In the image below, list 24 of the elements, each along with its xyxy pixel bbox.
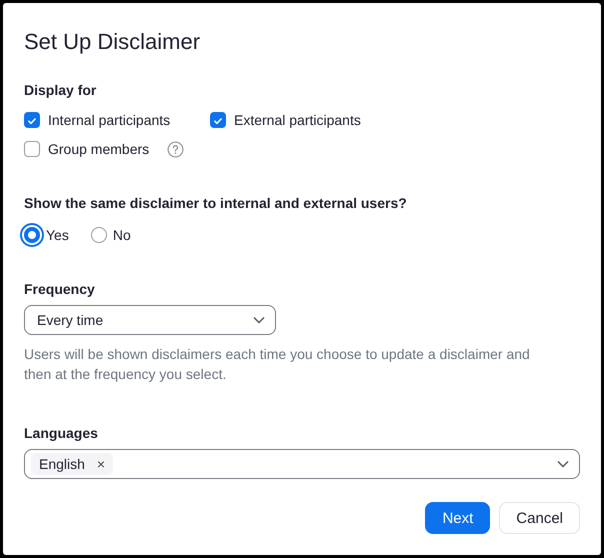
checkbox[interactable] xyxy=(24,112,40,128)
remove-tag-button[interactable]: × xyxy=(96,456,106,472)
radio-label: Yes xyxy=(46,226,69,244)
frequency-dropdown[interactable]: Every time xyxy=(24,305,276,335)
tag-label: English xyxy=(39,456,85,472)
section-label: Display for xyxy=(24,81,98,99)
section-label: Frequency xyxy=(24,280,96,298)
checkbox[interactable] xyxy=(24,141,40,157)
languages-dropdown[interactable]: English × xyxy=(24,449,580,479)
checkbox-label: External participants xyxy=(234,111,361,129)
chevron-down-icon xyxy=(253,316,265,324)
help-icon[interactable] xyxy=(167,140,184,158)
next-button[interactable]: Next xyxy=(425,502,490,534)
cancel-button[interactable]: Cancel xyxy=(499,502,580,534)
radio-label: No xyxy=(112,226,131,244)
chevron-down-icon xyxy=(557,460,569,468)
section-label: Languages xyxy=(24,424,99,442)
checkbox-label: Internal participants xyxy=(48,111,170,129)
help-text: Users will be shown disclaimers each time you choose to update a disclaimer and then at the frequency you select. xyxy=(24,345,531,384)
radio-button[interactable] xyxy=(90,227,107,243)
checkbox-label: Group members xyxy=(48,140,150,158)
section-label: Show the same disclaimer to internal and external users? xyxy=(24,194,408,212)
checkbox[interactable] xyxy=(210,112,226,128)
dialog-title: Set Up Disclaimer xyxy=(24,28,202,56)
